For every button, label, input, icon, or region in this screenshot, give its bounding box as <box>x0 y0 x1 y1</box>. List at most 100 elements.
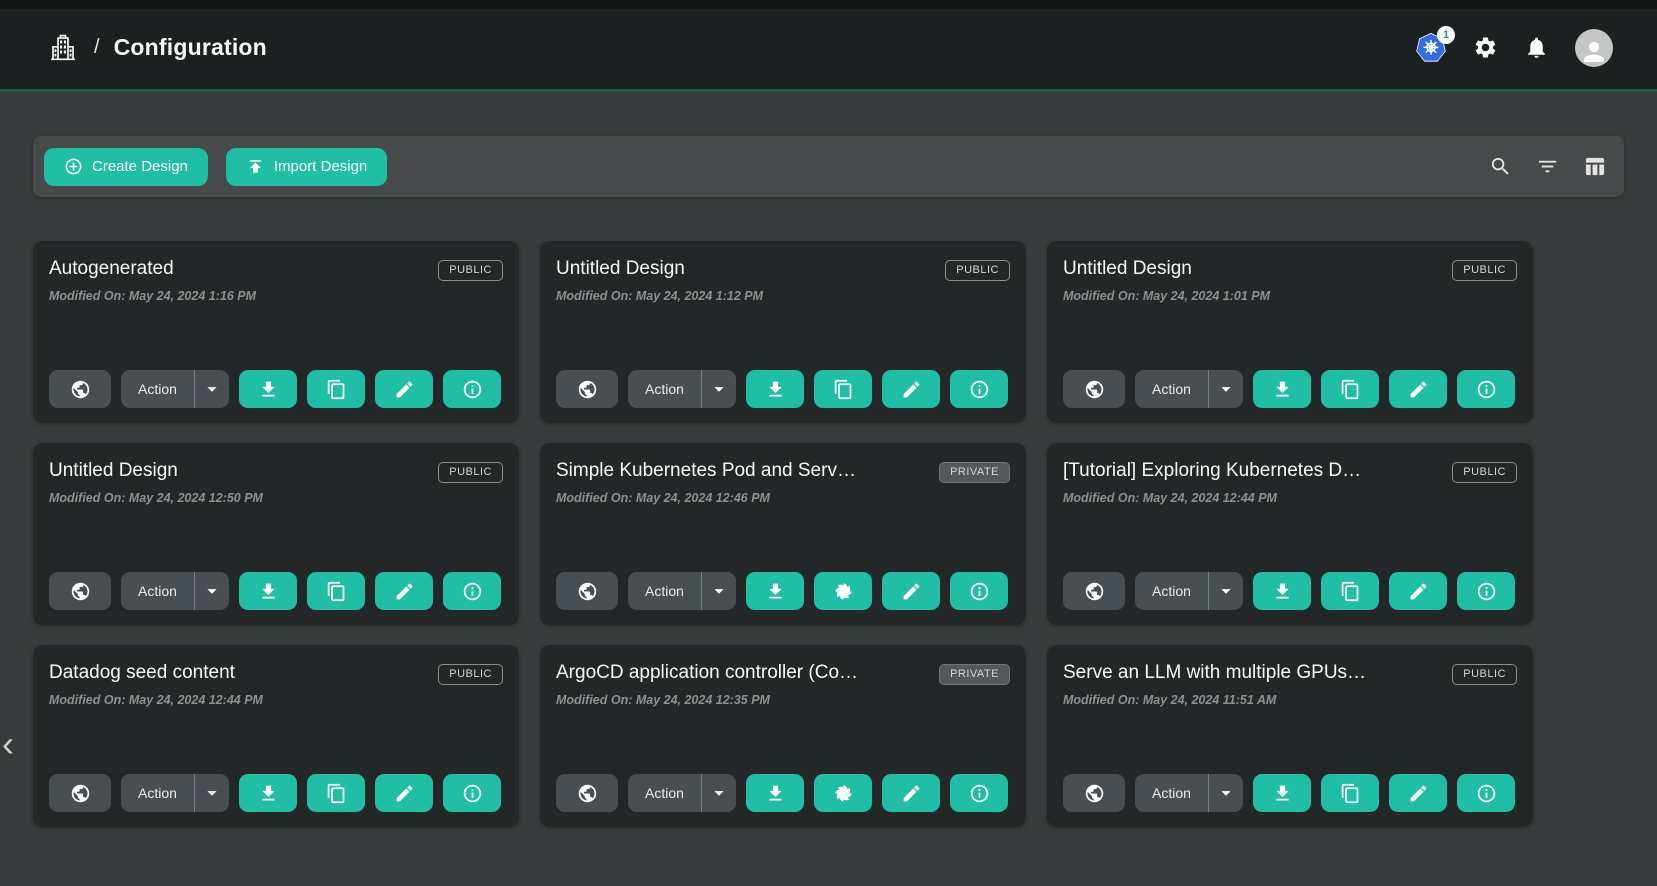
designs-toolbar: Create Design Import Design <box>33 136 1624 197</box>
design-grid: Autogenerated PUBLIC Modified On: May 24… <box>33 241 1624 827</box>
edit-button[interactable] <box>882 370 940 408</box>
download-icon <box>765 783 786 804</box>
info-button[interactable] <box>950 774 1008 812</box>
kubernetes-context-icon[interactable]: 1 <box>1415 32 1447 64</box>
edit-button[interactable] <box>1389 370 1447 408</box>
action-split-button[interactable]: Action <box>121 774 229 812</box>
card-header: Serve an LLM with multiple GPUs… PUBLIC <box>1063 662 1517 685</box>
download-button[interactable] <box>1253 370 1311 408</box>
edit-button[interactable] <box>375 572 433 610</box>
edit-button[interactable] <box>1389 774 1447 812</box>
modified-on-text: Modified On: May 24, 2024 12:46 PM <box>556 491 1010 505</box>
edit-button[interactable] <box>882 774 940 812</box>
info-button[interactable] <box>1457 370 1515 408</box>
context-count-badge: 1 <box>1437 26 1455 44</box>
add-circle-icon <box>64 157 83 176</box>
clone-button[interactable] <box>1321 774 1379 812</box>
action-button-label: Action <box>121 583 194 599</box>
action-split-button[interactable]: Action <box>121 572 229 610</box>
import-design-button[interactable]: Import Design <box>226 148 387 186</box>
filter-icon[interactable] <box>1536 155 1559 178</box>
action-split-button[interactable]: Action <box>1135 370 1243 408</box>
download-button[interactable] <box>239 774 297 812</box>
clone-button[interactable] <box>814 774 872 812</box>
edit-button[interactable] <box>882 572 940 610</box>
info-button[interactable] <box>1457 774 1515 812</box>
download-button[interactable] <box>746 370 804 408</box>
info-button[interactable] <box>443 370 501 408</box>
settings-gear-icon[interactable] <box>1473 35 1498 60</box>
notifications-bell-icon[interactable] <box>1524 35 1549 60</box>
clone-button[interactable] <box>814 370 872 408</box>
visibility-globe-button[interactable] <box>556 572 618 610</box>
action-dropdown-toggle[interactable] <box>702 580 736 602</box>
clone-button[interactable] <box>814 572 872 610</box>
action-dropdown-toggle[interactable] <box>1209 378 1243 400</box>
modified-on-text: Modified On: May 24, 2024 1:16 PM <box>49 289 503 303</box>
card-actions: Action <box>1063 572 1517 610</box>
design-card: Autogenerated PUBLIC Modified On: May 24… <box>33 241 519 423</box>
download-button[interactable] <box>1253 572 1311 610</box>
edit-button[interactable] <box>375 370 433 408</box>
action-dropdown-toggle[interactable] <box>195 378 229 400</box>
info-icon <box>1476 783 1497 804</box>
action-dropdown-toggle[interactable] <box>1209 580 1243 602</box>
chevron-down-icon <box>1215 580 1237 602</box>
action-dropdown-toggle[interactable] <box>1209 782 1243 804</box>
download-button[interactable] <box>1253 774 1311 812</box>
visibility-globe-button[interactable] <box>1063 370 1125 408</box>
visibility-globe-button[interactable] <box>1063 774 1125 812</box>
toolbar-view-controls <box>1489 155 1606 178</box>
download-button[interactable] <box>746 774 804 812</box>
info-icon <box>969 379 990 400</box>
action-dropdown-toggle[interactable] <box>702 782 736 804</box>
download-button[interactable] <box>746 572 804 610</box>
search-icon[interactable] <box>1489 155 1512 178</box>
download-button[interactable] <box>239 370 297 408</box>
user-avatar[interactable] <box>1575 29 1613 67</box>
design-card: Datadog seed content PUBLIC Modified On:… <box>33 645 519 827</box>
info-button[interactable] <box>443 572 501 610</box>
visibility-globe-button[interactable] <box>49 572 111 610</box>
visibility-globe-button[interactable] <box>49 370 111 408</box>
clone-button[interactable] <box>307 572 365 610</box>
clone-button[interactable] <box>307 774 365 812</box>
visibility-globe-button[interactable] <box>556 370 618 408</box>
info-button[interactable] <box>950 370 1008 408</box>
card-header: Untitled Design PUBLIC <box>49 460 503 483</box>
visibility-globe-button[interactable] <box>1063 572 1125 610</box>
design-card: Untitled Design PUBLIC Modified On: May … <box>1047 241 1533 423</box>
edit-button[interactable] <box>375 774 433 812</box>
modified-on-text: Modified On: May 24, 2024 12:35 PM <box>556 693 1010 707</box>
clone-button[interactable] <box>307 370 365 408</box>
chevron-down-icon <box>1215 782 1237 804</box>
action-split-button[interactable]: Action <box>1135 774 1243 812</box>
info-button[interactable] <box>1457 572 1515 610</box>
design-card: Untitled Design PUBLIC Modified On: May … <box>33 443 519 625</box>
card-actions: Action <box>556 572 1010 610</box>
clone-button[interactable] <box>1321 370 1379 408</box>
download-button[interactable] <box>239 572 297 610</box>
collapse-chevron-icon[interactable]: ‹ <box>2 726 14 762</box>
visibility-globe-button[interactable] <box>556 774 618 812</box>
action-dropdown-toggle[interactable] <box>195 580 229 602</box>
action-dropdown-toggle[interactable] <box>702 378 736 400</box>
building-icon[interactable] <box>48 31 78 65</box>
action-dropdown-toggle[interactable] <box>195 782 229 804</box>
action-split-button[interactable]: Action <box>1135 572 1243 610</box>
action-split-button[interactable]: Action <box>628 774 736 812</box>
action-split-button[interactable]: Action <box>628 572 736 610</box>
design-card: ArgoCD application controller (Co… PRIVA… <box>540 645 1026 827</box>
import-design-label: Import Design <box>274 158 367 175</box>
edit-button[interactable] <box>1389 572 1447 610</box>
action-split-button[interactable]: Action <box>121 370 229 408</box>
edit-pencil-icon <box>901 581 922 602</box>
action-split-button[interactable]: Action <box>628 370 736 408</box>
table-view-icon[interactable] <box>1583 155 1606 178</box>
visibility-globe-button[interactable] <box>49 774 111 812</box>
info-button[interactable] <box>443 774 501 812</box>
create-design-button[interactable]: Create Design <box>44 148 208 186</box>
info-button[interactable] <box>950 572 1008 610</box>
edit-pencil-icon <box>394 581 415 602</box>
clone-button[interactable] <box>1321 572 1379 610</box>
